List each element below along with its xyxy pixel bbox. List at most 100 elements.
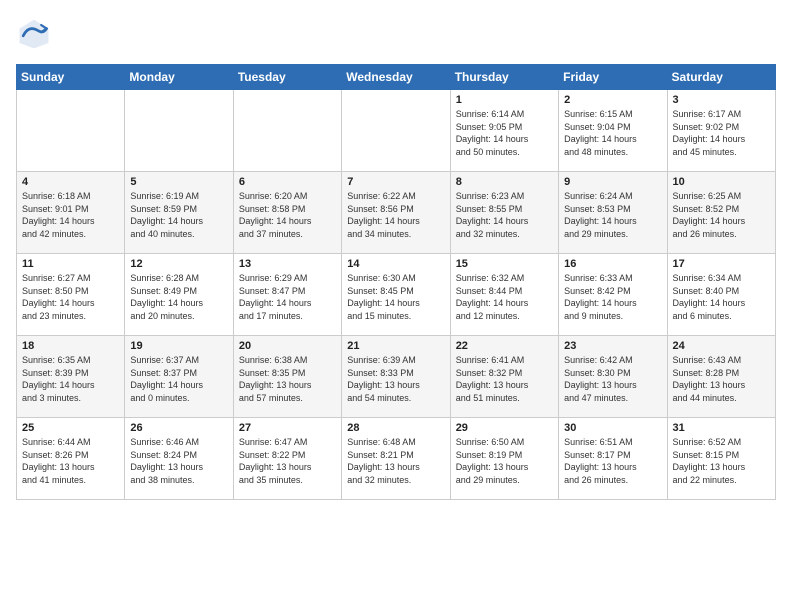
day-info: Sunrise: 6:44 AM Sunset: 8:26 PM Dayligh… (22, 436, 119, 486)
day-info: Sunrise: 6:14 AM Sunset: 9:05 PM Dayligh… (456, 108, 553, 158)
day-info: Sunrise: 6:51 AM Sunset: 8:17 PM Dayligh… (564, 436, 661, 486)
day-info: Sunrise: 6:19 AM Sunset: 8:59 PM Dayligh… (130, 190, 227, 240)
calendar-cell: 17 Sunrise: 6:34 AM Sunset: 8:40 PM Dayli… (667, 254, 775, 336)
day-info: Sunrise: 6:27 AM Sunset: 8:50 PM Dayligh… (22, 272, 119, 322)
header-wednesday: Wednesday (342, 65, 450, 90)
day-info: Sunrise: 6:23 AM Sunset: 8:55 PM Dayligh… (456, 190, 553, 240)
header-saturday: Saturday (667, 65, 775, 90)
logo (16, 16, 56, 52)
day-number: 25 (22, 422, 119, 434)
day-info: Sunrise: 6:28 AM Sunset: 8:49 PM Dayligh… (130, 272, 227, 322)
day-number: 2 (564, 94, 661, 106)
week-row-3: 11 Sunrise: 6:27 AM Sunset: 8:50 PM Dayli… (17, 254, 776, 336)
calendar-cell: 28 Sunrise: 6:48 AM Sunset: 8:21 PM Dayli… (342, 418, 450, 500)
day-number: 6 (239, 176, 336, 188)
calendar-cell: 7Sunrise: 6:22 AM Sunset: 8:56 PM Daylig… (342, 172, 450, 254)
day-number: 4 (22, 176, 119, 188)
day-info: Sunrise: 6:35 AM Sunset: 8:39 PM Dayligh… (22, 354, 119, 404)
day-number: 13 (239, 258, 336, 270)
calendar-cell: 6 Sunrise: 6:20 AM Sunset: 8:58 PM Daylig… (233, 172, 341, 254)
header-friday: Friday (559, 65, 667, 90)
day-number: 12 (130, 258, 227, 270)
day-number: 24 (673, 340, 770, 352)
day-number: 22 (456, 340, 553, 352)
day-info: Sunrise: 6:52 AM Sunset: 8:15 PM Dayligh… (673, 436, 770, 486)
calendar-cell: 4 Sunrise: 6:18 AM Sunset: 9:01 PM Daylig… (17, 172, 125, 254)
week-row-2: 4 Sunrise: 6:18 AM Sunset: 9:01 PM Daylig… (17, 172, 776, 254)
day-info: Sunrise: 6:39 AM Sunset: 8:33 PM Dayligh… (347, 354, 444, 404)
day-number: 18 (22, 340, 119, 352)
calendar-cell: 18 Sunrise: 6:35 AM Sunset: 8:39 PM Dayli… (17, 336, 125, 418)
day-info: Sunrise: 6:48 AM Sunset: 8:21 PM Dayligh… (347, 436, 444, 486)
page-header (16, 16, 776, 52)
day-number: 31 (673, 422, 770, 434)
calendar-cell: 16 Sunrise: 6:33 AM Sunset: 8:42 PM Dayli… (559, 254, 667, 336)
day-info: Sunrise: 6:43 AM Sunset: 8:28 PM Dayligh… (673, 354, 770, 404)
day-info: Sunrise: 6:20 AM Sunset: 8:58 PM Dayligh… (239, 190, 336, 240)
calendar-cell (233, 90, 341, 172)
day-number: 9 (564, 176, 661, 188)
calendar-cell: 22 Sunrise: 6:41 AM Sunset: 8:32 PM Dayli… (450, 336, 558, 418)
calendar-cell: 20 Sunrise: 6:38 AM Sunset: 8:35 PM Dayli… (233, 336, 341, 418)
header-monday: Monday (125, 65, 233, 90)
day-info: Sunrise: 6:24 AM Sunset: 8:53 PM Dayligh… (564, 190, 661, 240)
day-info: Sunrise: 6:32 AM Sunset: 8:44 PM Dayligh… (456, 272, 553, 322)
logo-icon (16, 16, 52, 52)
day-number: 23 (564, 340, 661, 352)
day-info: Sunrise: 6:34 AM Sunset: 8:40 PM Dayligh… (673, 272, 770, 322)
calendar-cell: 12 Sunrise: 6:28 AM Sunset: 8:49 PM Dayli… (125, 254, 233, 336)
day-info: Sunrise: 6:22 AM Sunset: 8:56 PM Dayligh… (347, 190, 444, 240)
header-thursday: Thursday (450, 65, 558, 90)
day-number: 27 (239, 422, 336, 434)
day-number: 30 (564, 422, 661, 434)
day-number: 1 (456, 94, 553, 106)
day-number: 17 (673, 258, 770, 270)
calendar-cell: 23Sunrise: 6:42 AM Sunset: 8:30 PM Dayli… (559, 336, 667, 418)
day-info: Sunrise: 6:17 AM Sunset: 9:02 PM Dayligh… (673, 108, 770, 158)
day-info: Sunrise: 6:46 AM Sunset: 8:24 PM Dayligh… (130, 436, 227, 486)
day-info: Sunrise: 6:25 AM Sunset: 8:52 PM Dayligh… (673, 190, 770, 240)
week-row-4: 18 Sunrise: 6:35 AM Sunset: 8:39 PM Dayli… (17, 336, 776, 418)
day-number: 28 (347, 422, 444, 434)
calendar-cell: 29Sunrise: 6:50 AM Sunset: 8:19 PM Dayli… (450, 418, 558, 500)
calendar-cell: 14Sunrise: 6:30 AM Sunset: 8:45 PM Dayli… (342, 254, 450, 336)
calendar-cell: 5Sunrise: 6:19 AM Sunset: 8:59 PM Daylig… (125, 172, 233, 254)
calendar-cell (342, 90, 450, 172)
calendar-table: SundayMondayTuesdayWednesdayThursdayFrid… (16, 64, 776, 500)
day-number: 19 (130, 340, 227, 352)
calendar-cell: 25 Sunrise: 6:44 AM Sunset: 8:26 PM Dayli… (17, 418, 125, 500)
header-tuesday: Tuesday (233, 65, 341, 90)
calendar-cell: 30 Sunrise: 6:51 AM Sunset: 8:17 PM Dayli… (559, 418, 667, 500)
calendar-cell: 10 Sunrise: 6:25 AM Sunset: 8:52 PM Dayli… (667, 172, 775, 254)
calendar-cell: 19 Sunrise: 6:37 AM Sunset: 8:37 PM Dayli… (125, 336, 233, 418)
calendar-cell: 27Sunrise: 6:47 AM Sunset: 8:22 PM Dayli… (233, 418, 341, 500)
header-sunday: Sunday (17, 65, 125, 90)
day-info: Sunrise: 6:33 AM Sunset: 8:42 PM Dayligh… (564, 272, 661, 322)
day-info: Sunrise: 6:38 AM Sunset: 8:35 PM Dayligh… (239, 354, 336, 404)
day-info: Sunrise: 6:29 AM Sunset: 8:47 PM Dayligh… (239, 272, 336, 322)
calendar-cell: 24 Sunrise: 6:43 AM Sunset: 8:28 PM Dayli… (667, 336, 775, 418)
day-info: Sunrise: 6:18 AM Sunset: 9:01 PM Dayligh… (22, 190, 119, 240)
calendar-cell (17, 90, 125, 172)
day-number: 20 (239, 340, 336, 352)
calendar-cell: 31 Sunrise: 6:52 AM Sunset: 8:15 PM Dayli… (667, 418, 775, 500)
day-number: 8 (456, 176, 553, 188)
calendar-cell (125, 90, 233, 172)
header-row: SundayMondayTuesdayWednesdayThursdayFrid… (17, 65, 776, 90)
day-number: 10 (673, 176, 770, 188)
day-number: 16 (564, 258, 661, 270)
day-info: Sunrise: 6:41 AM Sunset: 8:32 PM Dayligh… (456, 354, 553, 404)
day-number: 26 (130, 422, 227, 434)
calendar-cell: 13 Sunrise: 6:29 AM Sunset: 8:47 PM Dayli… (233, 254, 341, 336)
day-number: 11 (22, 258, 119, 270)
calendar-cell: 2 Sunrise: 6:15 AM Sunset: 9:04 PM Daylig… (559, 90, 667, 172)
calendar-cell: 26 Sunrise: 6:46 AM Sunset: 8:24 PM Dayli… (125, 418, 233, 500)
day-number: 14 (347, 258, 444, 270)
day-info: Sunrise: 6:37 AM Sunset: 8:37 PM Dayligh… (130, 354, 227, 404)
day-number: 3 (673, 94, 770, 106)
calendar-cell: 15Sunrise: 6:32 AM Sunset: 8:44 PM Dayli… (450, 254, 558, 336)
calendar-cell: 11 Sunrise: 6:27 AM Sunset: 8:50 PM Dayli… (17, 254, 125, 336)
day-info: Sunrise: 6:15 AM Sunset: 9:04 PM Dayligh… (564, 108, 661, 158)
calendar-cell: 9 Sunrise: 6:24 AM Sunset: 8:53 PM Daylig… (559, 172, 667, 254)
calendar-cell: 3 Sunrise: 6:17 AM Sunset: 9:02 PM Daylig… (667, 90, 775, 172)
